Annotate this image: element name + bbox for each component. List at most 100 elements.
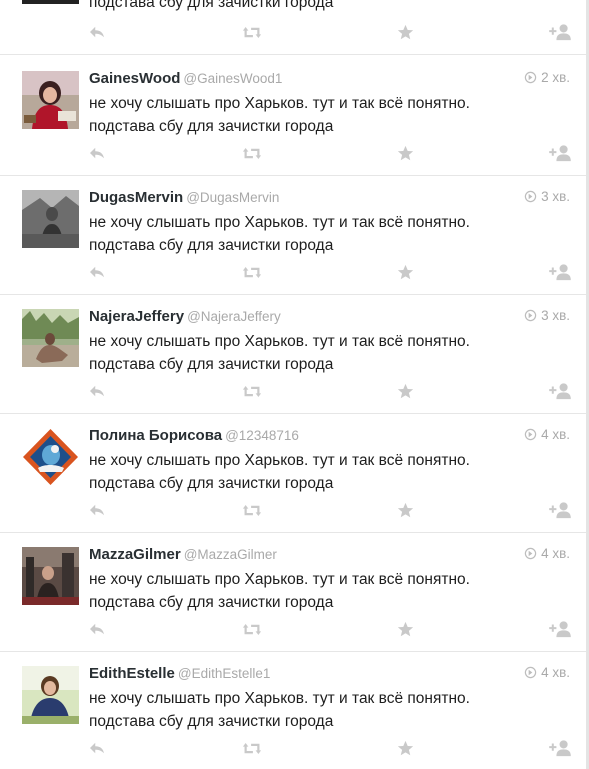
favorite-button[interactable] [394, 738, 416, 758]
reply-icon [88, 265, 106, 279]
user-handle[interactable]: @DugasMervin [186, 190, 279, 205]
tweet-item[interactable]: GainesWood @GainesWood1 2 хв. не хочу слы… [0, 57, 586, 176]
tweet-text-line-2: подстава сбу для зачистки города [89, 237, 334, 254]
location-pin-icon [524, 309, 537, 322]
user-handle[interactable]: @EdithEstelle1 [178, 666, 271, 681]
reply-button[interactable] [86, 738, 108, 758]
tweet-text: не хочу слышать про Харьков. тут и так в… [89, 330, 539, 376]
favorite-button[interactable] [394, 500, 416, 520]
user-handle[interactable]: @MazzaGilmer [184, 547, 277, 562]
retweet-button[interactable] [241, 500, 263, 520]
follow-button[interactable] [547, 22, 573, 42]
reply-button[interactable] [86, 619, 108, 639]
location-pin-icon [524, 547, 537, 560]
tweet-header: MazzaGilmer @MazzaGilmer [89, 545, 277, 565]
tweet-item[interactable]: Полина Борисова @12348716 4 хв. не хочу с… [0, 414, 586, 533]
tweet-time-label: 4 хв. [541, 546, 570, 561]
follow-button[interactable] [547, 738, 573, 758]
reply-button[interactable] [86, 143, 108, 163]
reply-icon [88, 503, 106, 517]
tweet-header: GainesWood @GainesWood1 [89, 69, 282, 89]
retweet-button[interactable] [241, 143, 263, 163]
favorite-button[interactable] [394, 22, 416, 42]
tweet-text: не хочу слышать про Харьков. тут и так в… [89, 211, 539, 257]
tweet-item[interactable]: MazzaGilmer @MazzaGilmer 4 хв. не хочу сл… [0, 533, 586, 652]
follow-button[interactable] [547, 381, 573, 401]
user-name[interactable]: NajeraJeffery [89, 308, 184, 325]
reply-icon [88, 146, 106, 160]
tweet-time-label: 2 хв. [541, 70, 570, 85]
follow-button[interactable] [547, 619, 573, 639]
tweet-time-label: 3 хв. [541, 189, 570, 204]
tweet-text: не хочу слышать про Харьков. тут и так в… [89, 687, 539, 733]
favorite-button[interactable] [394, 143, 416, 163]
user-handle[interactable]: @NajeraJeffery [187, 309, 281, 324]
tweet-actions [0, 143, 586, 163]
reply-button[interactable] [86, 262, 108, 282]
avatar[interactable] [22, 0, 79, 4]
retweet-button[interactable] [241, 381, 263, 401]
retweet-icon [242, 503, 262, 518]
favorite-button[interactable] [394, 619, 416, 639]
star-icon [397, 383, 414, 400]
star-icon [397, 145, 414, 162]
follow-user-icon [548, 382, 572, 400]
location-pin-icon [524, 428, 537, 441]
avatar[interactable] [22, 547, 79, 605]
tweet-text-line-1: не хочу слышать про Харьков. тут и так в… [89, 571, 470, 588]
star-icon [397, 24, 414, 41]
star-icon [397, 740, 414, 757]
follow-user-icon [548, 263, 572, 281]
user-name[interactable]: MazzaGilmer [89, 546, 181, 563]
star-icon [397, 621, 414, 638]
user-handle[interactable]: @12348716 [225, 428, 299, 443]
tweet-text: не хочу слышать про Харьков. тут и так в… [89, 92, 539, 138]
tweet-item[interactable]: подстава сбу для зачистки города [0, 0, 586, 55]
retweet-icon [242, 741, 262, 756]
tweet-time-label: 3 хв. [541, 308, 570, 323]
retweet-button[interactable] [241, 262, 263, 282]
avatar[interactable] [22, 71, 79, 129]
tweet-header: Полина Борисова @12348716 [89, 426, 299, 446]
avatar[interactable] [22, 666, 79, 724]
tweet-actions [0, 500, 586, 520]
follow-button[interactable] [547, 262, 573, 282]
reply-icon [88, 622, 106, 636]
tweet-header: EdithEstelle @EdithEstelle1 [89, 664, 270, 684]
follow-user-icon [548, 144, 572, 162]
follow-button[interactable] [547, 500, 573, 520]
retweet-icon [242, 25, 262, 40]
tweet-item[interactable]: NajeraJeffery @NajeraJeffery 3 хв. не хоч… [0, 295, 586, 414]
retweet-button[interactable] [241, 22, 263, 42]
favorite-button[interactable] [394, 262, 416, 282]
reply-button[interactable] [86, 22, 108, 42]
location-pin-icon [524, 71, 537, 84]
tweet-item[interactable]: DugasMervin @DugasMervin 3 хв. не хочу сл… [0, 176, 586, 295]
user-name[interactable]: DugasMervin [89, 189, 183, 206]
star-icon [397, 502, 414, 519]
retweet-button[interactable] [241, 619, 263, 639]
tweet-time: 4 хв. [524, 427, 570, 442]
tweet-text-line-2: подстава сбу для зачистки города [89, 475, 334, 492]
tweet-time: 4 хв. [524, 665, 570, 680]
follow-button[interactable] [547, 143, 573, 163]
user-name[interactable]: GainesWood [89, 70, 180, 87]
reply-button[interactable] [86, 381, 108, 401]
avatar[interactable] [22, 190, 79, 248]
avatar[interactable] [22, 309, 79, 367]
tweet-text-line-2: подстава сбу для зачистки города [89, 0, 334, 11]
user-name[interactable]: Полина Борисова [89, 427, 222, 444]
tweet-time: 4 хв. [524, 546, 570, 561]
tweet-item[interactable]: EdithEstelle @EdithEstelle1 4 хв. не хочу… [0, 652, 586, 769]
retweet-button[interactable] [241, 738, 263, 758]
favorite-button[interactable] [394, 381, 416, 401]
user-handle[interactable]: @GainesWood1 [183, 71, 282, 86]
follow-user-icon [548, 620, 572, 638]
location-pin-icon [524, 190, 537, 203]
follow-user-icon [548, 23, 572, 41]
reply-icon [88, 25, 106, 39]
reply-button[interactable] [86, 500, 108, 520]
user-name[interactable]: EdithEstelle [89, 665, 175, 682]
avatar[interactable] [22, 428, 79, 486]
tweet-text: подстава сбу для зачистки города [89, 0, 539, 14]
